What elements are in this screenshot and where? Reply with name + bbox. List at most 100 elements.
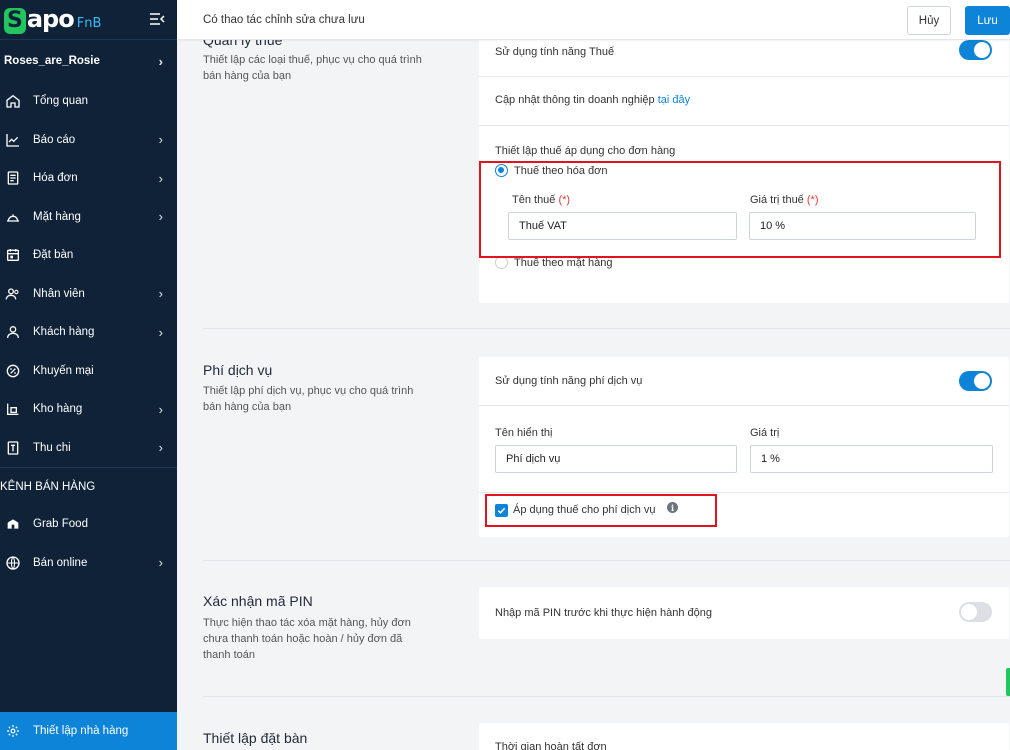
service-fee-description: Thiết lập phí dịch vụ, phục vụ cho quá t… bbox=[203, 385, 414, 413]
chevron-right-icon: › bbox=[158, 132, 163, 148]
sidebar-item-label: Khách hàng bbox=[33, 326, 95, 339]
highlight-box bbox=[479, 161, 1001, 258]
calendar-icon bbox=[4, 246, 22, 264]
highlight-box bbox=[485, 494, 717, 527]
sidebar-item-label: Mặt hàng bbox=[33, 210, 81, 223]
service-fee-enable-row: Sử dụng tính năng phí dịch vụ bbox=[479, 357, 1009, 406]
toggle-knob bbox=[974, 42, 990, 58]
sidebar-item-label: Bán online bbox=[33, 556, 88, 569]
chevron-right-icon: › bbox=[158, 555, 163, 571]
business-info-row: Cập nhật thông tin doanh nghiệp tại đây bbox=[479, 77, 1009, 126]
floating-support-tab[interactable] bbox=[1006, 668, 1010, 696]
sidebar-item-khach-hang[interactable]: Khách hàng › bbox=[0, 313, 177, 352]
warehouse-icon bbox=[4, 400, 22, 418]
user-icon bbox=[4, 323, 22, 341]
chart-line-icon bbox=[4, 131, 22, 149]
business-info-text: Cập nhật thông tin doanh nghiệp tại đây bbox=[495, 94, 690, 106]
save-button[interactable]: Lưu bbox=[965, 6, 1010, 35]
service-fee-title: Phí dịch vụ bbox=[203, 362, 273, 378]
channel-nav: Grab Food Bán online › bbox=[0, 505, 177, 582]
sidebar-item-label: Thu chi bbox=[33, 441, 71, 454]
cloche-icon bbox=[4, 208, 22, 226]
sidebar-item-label: Tổng quan bbox=[33, 95, 88, 108]
chevron-right-icon: › bbox=[158, 209, 163, 225]
sidebar-item-hoa-don[interactable]: Hóa đơn › bbox=[0, 159, 177, 198]
logo-s: S bbox=[4, 8, 26, 34]
tax-section-title: Quản lý thuế bbox=[203, 40, 283, 48]
sidebar: S apo FnB Roses_are_Rosie › Tổng quan Báo… bbox=[0, 0, 177, 750]
sidebar-item-label: Đặt bàn bbox=[33, 249, 74, 262]
section-divider bbox=[203, 560, 1010, 561]
pin-section-description: Thực hiện thao tác xóa mặt hàng, hủy đơn… bbox=[203, 617, 411, 661]
chevron-right-icon: › bbox=[158, 170, 163, 186]
sidebar-item-bao-cao[interactable]: Báo cáo › bbox=[0, 121, 177, 160]
sidebar-item-nhan-vien[interactable]: Nhân viên › bbox=[0, 275, 177, 314]
chevron-right-icon: › bbox=[158, 401, 163, 417]
sidebar-item-dat-ban[interactable]: Đặt bàn bbox=[0, 236, 177, 275]
home-icon bbox=[4, 92, 22, 110]
service-fee-enable-label: Sử dụng tính năng phí dịch vụ bbox=[495, 375, 643, 387]
chevron-right-icon: › bbox=[158, 286, 163, 302]
sidebar-item-mat-hang[interactable]: Mặt hàng › bbox=[0, 198, 177, 237]
sales-channels-heading: KÊNH BÁN HÀNG bbox=[0, 467, 177, 505]
grabfood-icon bbox=[4, 515, 22, 533]
sidebar-item-thu-chi[interactable]: Thu chi › bbox=[0, 429, 177, 468]
chevron-right-icon: › bbox=[158, 440, 163, 456]
sidebar-item-kho-hang[interactable]: Kho hàng › bbox=[0, 390, 177, 429]
sidebar-item-label: Grab Food bbox=[33, 518, 88, 531]
section-divider bbox=[203, 328, 1010, 329]
sidebar-item-label: Báo cáo bbox=[33, 133, 76, 146]
pin-section-title: Xác nhận mã PIN bbox=[203, 593, 313, 609]
sidebar-item-khuyen-mai[interactable]: Khuyến mại bbox=[0, 352, 177, 391]
toggle-knob bbox=[961, 604, 977, 620]
fee-value-input[interactable]: 1 % bbox=[750, 445, 993, 473]
display-name-label: Tên hiển thị bbox=[495, 427, 553, 439]
sidebar-item-restaurant-settings[interactable]: Thiết lập nhà hàng bbox=[0, 712, 177, 750]
chevron-right-icon: › bbox=[158, 53, 163, 69]
sidebar-item-label: Thiết lập nhà hàng bbox=[33, 725, 129, 737]
display-name-input[interactable]: Phí dịch vụ bbox=[495, 445, 737, 473]
pin-card: Nhập mã PIN trước khi thực hiện hành độn… bbox=[479, 587, 1009, 639]
sidebar-item-grab-food[interactable]: Grab Food bbox=[0, 505, 177, 544]
toggle-knob bbox=[974, 373, 990, 389]
unsaved-changes-message: Có thao tác chỉnh sửa chưa lưu bbox=[203, 13, 365, 26]
store-name: Roses_are_Rosie bbox=[4, 55, 100, 67]
store-selector[interactable]: Roses_are_Rosie › bbox=[0, 40, 177, 82]
pin-toggle[interactable] bbox=[959, 602, 992, 622]
row-divider bbox=[479, 492, 1009, 493]
section-divider bbox=[203, 696, 1010, 697]
fee-value-label: Giá trị bbox=[750, 427, 780, 439]
receipt-icon bbox=[4, 169, 22, 187]
tax-enable-row: Sử dụng tính năng Thuế bbox=[479, 40, 1009, 77]
globe-icon bbox=[4, 554, 22, 572]
display-name-value: Phí dịch vụ bbox=[506, 453, 561, 465]
fee-value-value: 1 % bbox=[761, 453, 780, 465]
sidebar-item-label: Nhân viên bbox=[33, 287, 85, 300]
business-info-link[interactable]: tại đây bbox=[658, 94, 690, 106]
booking-section-title: Thiết lập đặt bàn bbox=[203, 730, 308, 746]
collapse-menu-icon[interactable] bbox=[149, 12, 165, 26]
business-info-prefix: Cập nhật thông tin doanh nghiệp bbox=[495, 94, 658, 106]
sidebar-item-ban-online[interactable]: Bán online › bbox=[0, 544, 177, 583]
logo-row: S apo FnB bbox=[0, 0, 177, 40]
tax-enable-toggle[interactable] bbox=[959, 40, 992, 60]
cancel-button[interactable]: Hủy bbox=[907, 6, 951, 35]
gear-icon bbox=[4, 722, 22, 740]
booking-card: Thời gian hoàn tất đơn bbox=[479, 723, 1009, 750]
sidebar-item-tong-quan[interactable]: Tổng quan bbox=[0, 82, 177, 121]
topbar: Có thao tác chỉnh sửa chưa lưu Hủy Lưu bbox=[177, 0, 1010, 40]
tax-enable-label: Sử dụng tính năng Thuế bbox=[495, 46, 615, 58]
sapo-fnb-logo[interactable]: S apo FnB bbox=[4, 5, 101, 34]
sidebar-item-label: Hóa đơn bbox=[33, 172, 78, 185]
tax-section-description: Thiết lập các loại thuế, phục vụ cho quá… bbox=[203, 54, 422, 82]
pin-enable-label: Nhập mã PIN trước khi thực hiện hành độn… bbox=[495, 607, 712, 619]
sidebar-item-label: Khuyến mại bbox=[33, 364, 94, 377]
percent-badge-icon bbox=[4, 362, 22, 380]
sidebar-nav: Tổng quan Báo cáo › Hóa đơn › Mặt hàng › Đặt bà… bbox=[0, 82, 177, 467]
chevron-right-icon: › bbox=[158, 324, 163, 340]
sidebar-item-label: Kho hàng bbox=[33, 403, 83, 416]
logo-fnb: FnB bbox=[76, 16, 102, 31]
booking-row-label: Thời gian hoàn tất đơn bbox=[495, 741, 607, 750]
service-fee-toggle[interactable] bbox=[959, 371, 992, 391]
cashbook-icon bbox=[4, 439, 22, 457]
